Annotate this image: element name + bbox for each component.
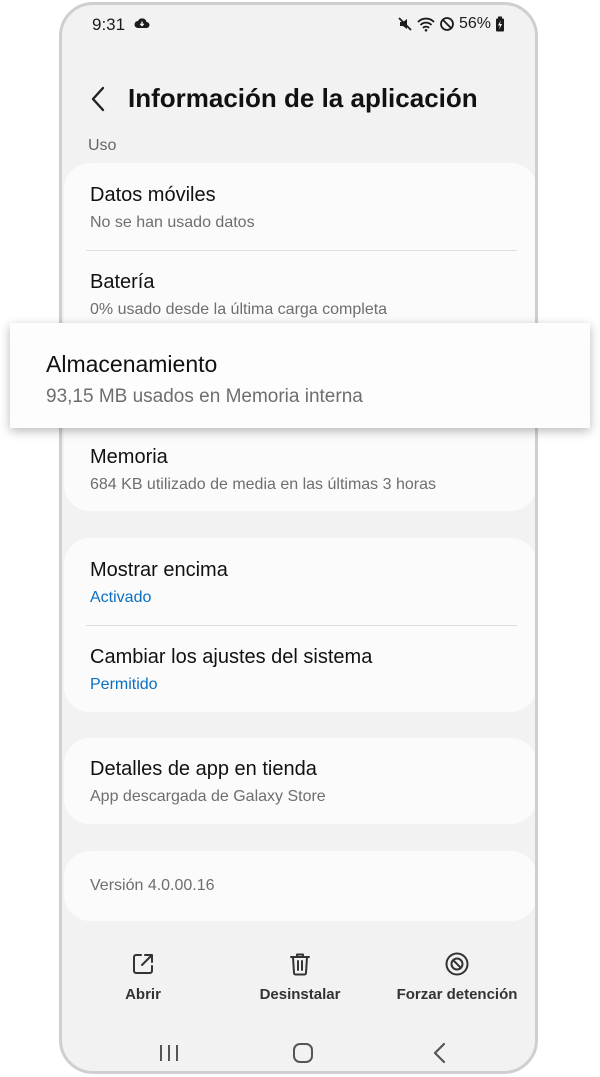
store-details-subtitle: App descargada de Galaxy Store [90, 788, 326, 805]
force-stop-icon [445, 952, 469, 976]
divider [86, 250, 517, 251]
setting-item-status: Activado [90, 589, 152, 606]
usage-item-title: Batería [90, 271, 155, 293]
page-title: Información de la aplicación [128, 83, 478, 113]
recents-icon[interactable] [158, 1041, 180, 1065]
status-icons: 56% [397, 15, 505, 33]
setting-item-modify-system[interactable]: Cambiar los ajustes del sistema Permitid… [90, 646, 517, 694]
usage-item-title: Datos móviles [90, 184, 216, 206]
setting-item-display-over[interactable]: Mostrar encima Activado [90, 559, 517, 607]
force-stop-label: Forzar detención [396, 986, 518, 1003]
divider [86, 625, 517, 626]
permissions-card: Mostrar encima Activado Cambiar los ajus… [64, 538, 535, 712]
storage-item-title: Almacenamiento [46, 351, 218, 377]
usage-item-battery[interactable]: Batería 0% usado desde la última carga c… [90, 271, 517, 319]
navigation-bar [62, 1035, 535, 1071]
version-text: Versión 4.0.00.16 [90, 877, 215, 894]
setting-item-title: Cambiar los ajustes del sistema [90, 646, 373, 668]
do-not-disturb-icon [440, 17, 454, 31]
wifi-icon [417, 17, 435, 32]
back-nav-icon[interactable] [430, 1041, 450, 1065]
mute-icon [398, 17, 412, 31]
status-bar: 9:31 56% [62, 5, 535, 45]
uninstall-label: Desinstalar [259, 986, 341, 1003]
back-icon[interactable] [88, 85, 108, 113]
storage-item-highlight[interactable]: Almacenamiento 93,15 MB usados en Memori… [10, 323, 590, 428]
version-card: Versión 4.0.00.16 [64, 851, 535, 921]
store-card: Detalles de app en tienda App descargada… [64, 738, 535, 824]
force-stop-button[interactable]: Forzar detención [382, 951, 532, 1003]
open-button[interactable]: Abrir [68, 951, 218, 1003]
cloud-sync-icon [134, 18, 150, 28]
usage-item-mobile-data[interactable]: Datos móviles No se han usado datos [90, 184, 517, 232]
setting-item-status: Permitido [90, 676, 158, 693]
usage-item-memory[interactable]: Memoria 684 KB utilizado de media en las… [90, 446, 517, 494]
setting-item-title: Mostrar encima [90, 559, 228, 581]
battery-percent: 56% [458, 15, 491, 32]
phone-frame: 9:31 56% Información de la aplicación Us… [59, 2, 538, 1074]
app-info-header: Información de la aplicación [62, 77, 535, 121]
usage-item-subtitle: 684 KB utilizado de media en las últimas… [90, 476, 436, 493]
usage-item-title: Memoria [90, 446, 168, 468]
action-bar: Abrir Desinstalar Forzar detención [62, 951, 535, 1021]
open-label: Abrir [125, 986, 161, 1003]
usage-item-subtitle: No se han usado datos [90, 214, 255, 231]
open-external-icon [133, 954, 153, 974]
uninstall-button[interactable]: Desinstalar [225, 951, 375, 1003]
store-details-title: Detalles de app en tienda [90, 758, 317, 780]
home-icon[interactable] [291, 1041, 315, 1065]
storage-item-subtitle: 93,15 MB usados en Memoria interna [46, 386, 363, 407]
store-details-item[interactable]: Detalles de app en tienda App descargada… [90, 758, 517, 806]
trash-icon [290, 953, 310, 976]
status-time: 9:31 [92, 15, 126, 34]
usage-item-subtitle: 0% usado desde la última carga completa [90, 301, 388, 318]
battery-charging-icon [496, 16, 504, 32]
section-label-usage: Uso [88, 137, 117, 154]
